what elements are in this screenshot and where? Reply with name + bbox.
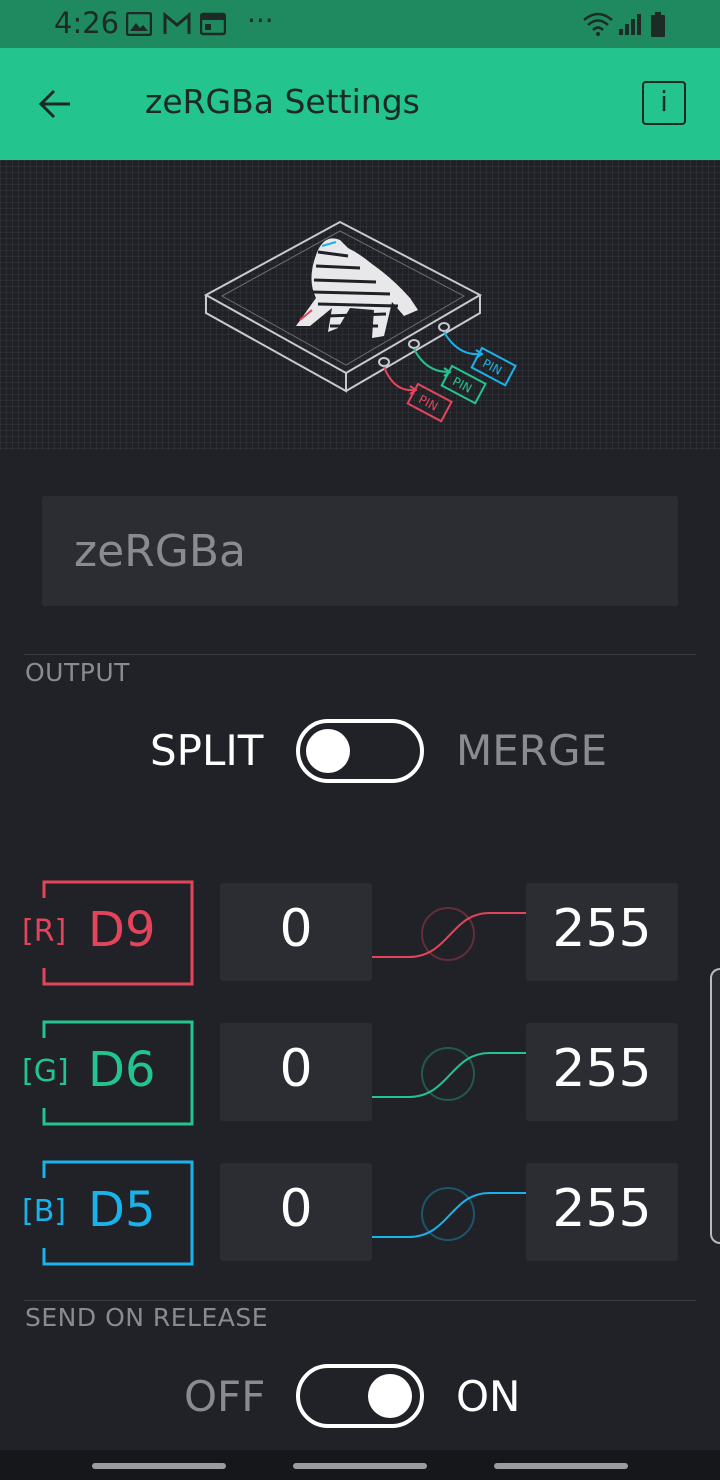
output-toggle[interactable] [296,719,424,783]
max-value-blue[interactable]: 255 [526,1163,678,1261]
pin-value-red: D9 [88,902,156,958]
channel-tag-green: [G] [22,1054,69,1089]
pin-selector-green[interactable]: [G] D6 [22,1020,194,1126]
gmail-icon [163,12,191,34]
off-label: OFF [184,1372,266,1421]
status-time: 4:26 [54,6,120,40]
min-value-green[interactable]: 0 [220,1023,372,1121]
channel-tag-red: [R] [22,914,67,949]
min-value-blue[interactable]: 0 [220,1163,372,1261]
output-label: OUTPUT [25,658,130,687]
wifi-icon [583,12,613,36]
mapping-curve-red [372,907,526,961]
merge-label: MERGE [456,726,608,775]
on-label: ON [456,1372,521,1421]
max-value-red[interactable]: 255 [526,883,678,981]
mapping-curve-green [372,1047,526,1101]
device-illustration: PIN PIN PIN [203,220,517,423]
app-bar: zeRGBa Settings i [0,48,720,160]
calendar-icon [200,12,226,36]
toggle-knob [306,729,350,773]
system-nav-bar [0,1450,720,1480]
back-arrow-icon[interactable] [34,82,78,126]
signal-icon [619,14,641,35]
status-bar: 4:26 ··· [0,0,720,48]
info-button[interactable]: i [642,81,686,125]
pin-selector-red[interactable]: [R] D9 [22,880,194,986]
mapping-curve-blue [372,1187,526,1241]
hero-illustration: PIN PIN PIN [0,160,720,450]
battery-icon [651,12,665,37]
nav-recent-button[interactable] [92,1463,226,1469]
pin-selector-blue[interactable]: [B] D5 [22,1160,194,1266]
pin-value-green: D6 [88,1042,156,1098]
pin-value-blue: D5 [88,1182,156,1238]
nav-back-button[interactable] [494,1463,628,1469]
max-value-green[interactable]: 255 [526,1023,678,1121]
channel-tag-blue: [B] [22,1194,66,1229]
nav-home-button[interactable] [293,1463,427,1469]
scrollbar[interactable] [710,968,720,1244]
image-icon [126,12,152,36]
widget-name-input[interactable] [42,496,678,606]
split-label: SPLIT [150,726,264,775]
min-value-red[interactable]: 0 [220,883,372,981]
page-title: zeRGBa Settings [145,82,420,121]
divider [24,654,696,655]
send-on-release-toggle[interactable] [296,1364,424,1428]
divider [24,1300,696,1301]
more-dots-icon: ··· [247,4,274,37]
send-on-release-label: SEND ON RELEASE [25,1303,269,1332]
toggle-knob [368,1374,412,1418]
